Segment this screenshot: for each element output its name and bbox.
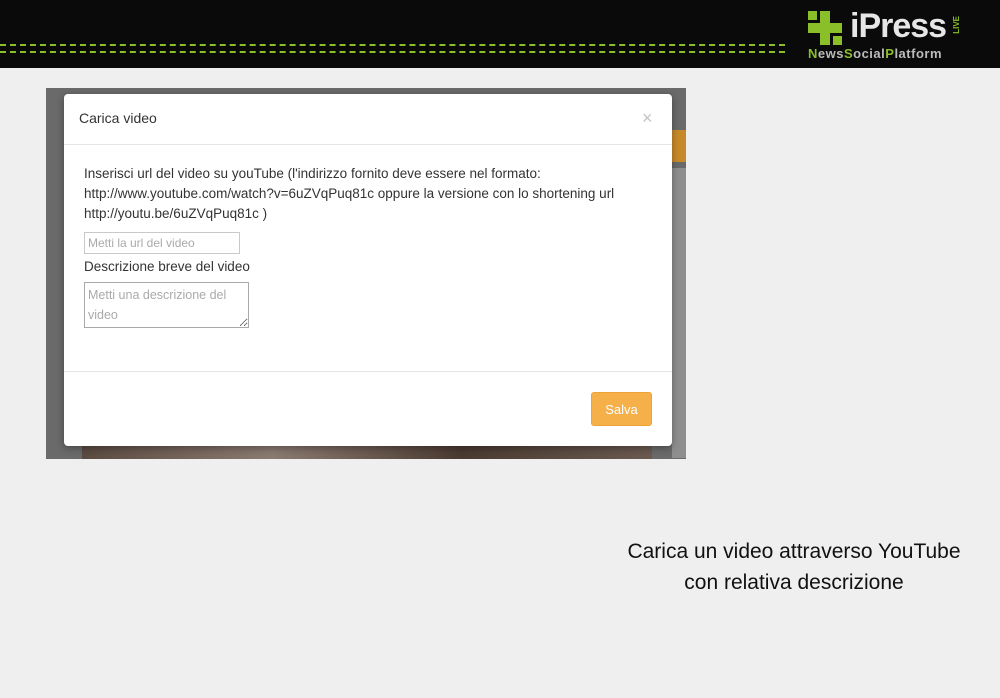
top-header-bar: iPress LIVE NewsSocialPlatform: [0, 0, 1000, 68]
header-divider-line: [0, 51, 785, 53]
modal-footer: Salva: [64, 371, 672, 447]
logo-wordmark: iPress: [850, 7, 947, 45]
header-divider-line: [0, 44, 785, 46]
ipress-logo-mark-icon: [808, 11, 842, 45]
slide-caption: Carica un video attraverso YouTube con r…: [627, 540, 961, 594]
video-description-textarea[interactable]: [84, 282, 249, 328]
backdrop-orange-element: [672, 130, 686, 162]
url-instructions: Inserisci url del video su youTube (l'in…: [84, 166, 615, 221]
save-button[interactable]: Salva: [591, 392, 652, 426]
logo-tagline: NewsSocialPlatform: [808, 46, 942, 61]
backdrop-side-panel: [672, 168, 686, 458]
modal-title: Carica video: [79, 110, 157, 126]
logo-live-badge: LIVE: [952, 16, 961, 34]
modal-body: Inserisci url del video su youTube (l'in…: [84, 164, 644, 328]
ipress-logo: iPress LIVE NewsSocialPlatform: [806, 7, 966, 61]
close-icon[interactable]: ×: [642, 108, 653, 129]
video-url-input[interactable]: [84, 232, 240, 254]
description-label: Descrizione breve del video: [84, 259, 250, 274]
modal-header: Carica video ×: [64, 94, 672, 145]
upload-video-modal: Carica video × Inserisci url del video s…: [64, 94, 672, 446]
